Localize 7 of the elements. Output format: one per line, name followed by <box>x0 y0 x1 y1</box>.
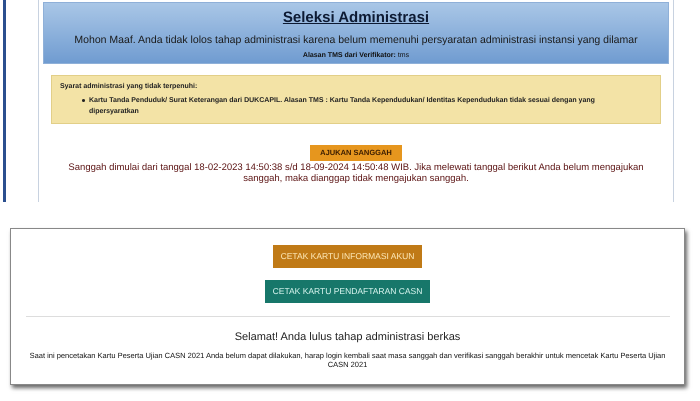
print-button[interactable]: CETAK KARTU INFORMASI AKUN <box>272 245 422 268</box>
bullet-icon <box>82 98 85 102</box>
print-button[interactable]: CETAK KARTU PENDAFTARAN CASN <box>264 280 430 303</box>
status-message: Mohon Maaf. Anda tidak lolos tahap administrasi karena belum memenuhi persyaratan administrasi instansi yang dilamar <box>74 32 638 48</box>
appeal-note: Sanggah dimulai dari tanggal 18-02-2023 14:50:38 s/d 18-09-2024 14:50:48 WIB. Jika melewati tanggal berikut Anda belum mengajukan sanggah, maka dianggap tidak mengajukan sanggah. <box>67 162 645 184</box>
success-title: Selamat! Anda lulus tahap administrasi berkas <box>234 330 460 345</box>
section-title: Seleksi Administrasi <box>282 8 430 28</box>
